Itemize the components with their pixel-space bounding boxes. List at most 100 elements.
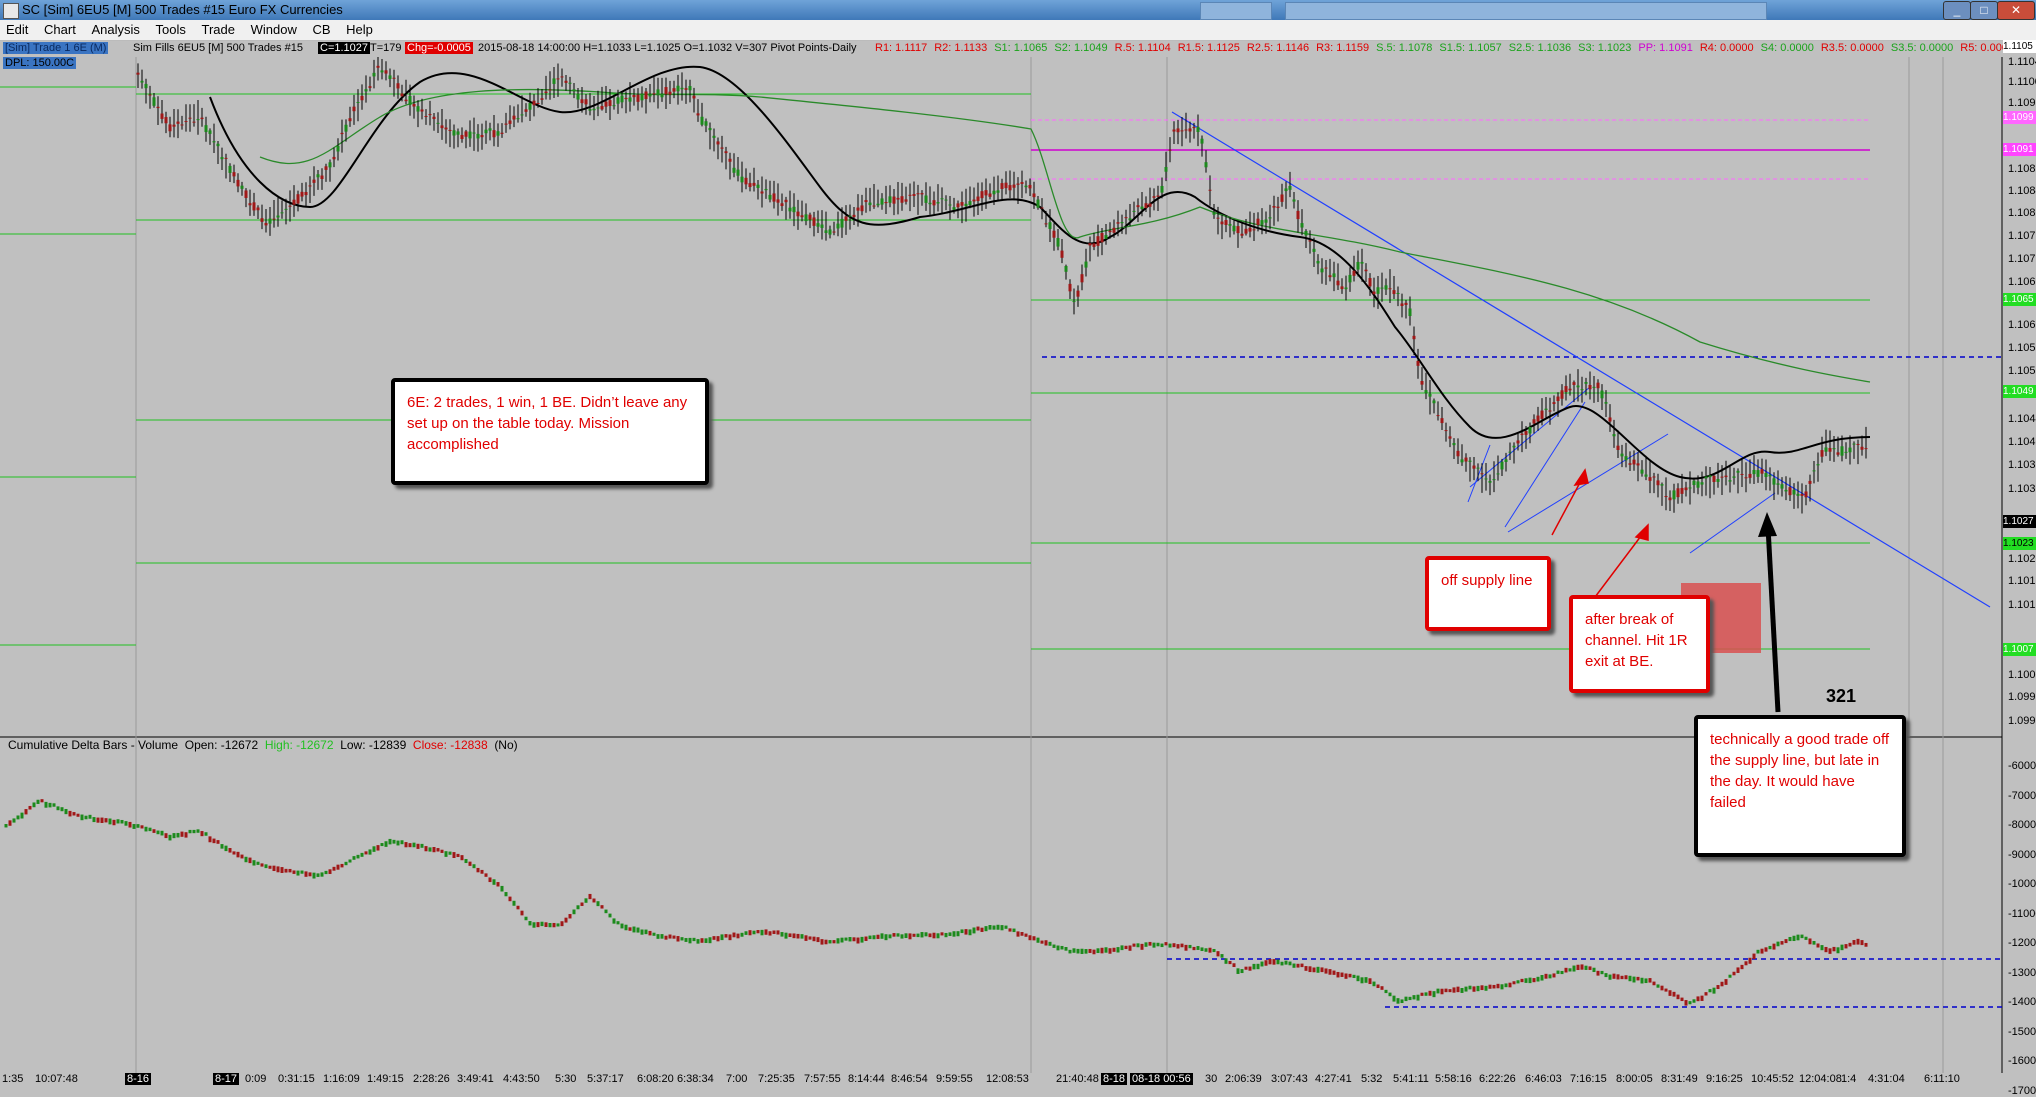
delta-bar [1008,928,1012,932]
delta-bar [228,848,232,853]
delta-bar [1128,945,1132,951]
delta-bar [1032,936,1036,941]
delta-bar [492,879,496,885]
menu-window[interactable]: Window [245,20,303,37]
price-bar-body [1112,227,1116,233]
price-bar-body [1680,487,1684,494]
delta-bar [1120,945,1124,951]
delta-tick-label: -9000 [2008,848,2036,861]
delta-bar [1832,946,1836,952]
price-bar-body [500,132,504,134]
price-bar-body [632,94,636,98]
price-bar-body [644,91,648,100]
price-bar-body [444,127,448,130]
menu-help[interactable]: Help [340,20,379,37]
maximize-button[interactable]: □ [1970,1,1998,20]
price-tag: 1.1023 [2003,537,2036,550]
delta-bar [292,870,296,874]
price-bar-body [1076,290,1080,297]
delta-bar [288,868,292,873]
price-bar-body [484,129,488,134]
price-bar-body [1756,470,1760,477]
price-bar-body [288,205,292,207]
delta-bar [1084,949,1088,954]
delta-bar [540,921,544,927]
time-axis[interactable]: 1:35 10:07:48 8-16 8-17 0:09 0:31:15 1:16:09 1:… [0,1073,2036,1086]
price-bar-body [1500,461,1504,470]
delta-bar [576,905,580,910]
price-bar-body [260,218,264,222]
price-chart[interactable] [0,57,2036,1073]
delta-bar [756,930,760,934]
price-bar-body [1512,445,1516,448]
minimize-button[interactable]: _ [1943,1,1971,20]
delta-bar [76,813,80,817]
price-bar-body [1808,480,1812,484]
price-bar-body [1724,475,1728,478]
delta-bar [1408,996,1412,1001]
price-bar-body [944,199,948,201]
delta-bar [840,937,844,943]
price-bar-body [1300,223,1304,228]
delta-bar [1292,963,1296,968]
delta-bar [712,936,716,940]
price-bar-body [268,218,272,224]
delta-bar [352,856,356,860]
delta-bar [936,933,940,939]
menu-analysis[interactable]: Analysis [85,20,145,37]
price-bar-body [1832,448,1836,450]
delta-bar [1652,981,1656,986]
taskbar-window-tab[interactable] [1285,2,1767,20]
price-bar-body [156,106,160,109]
summary-callout: 6E: 2 trades, 1 win, 1 BE. Didn’t leave … [391,378,709,485]
delta-bar [580,902,584,906]
delta-bar [608,913,612,918]
delta-bar [1724,979,1728,985]
price-bar-body [204,125,208,133]
price-bar-body [612,105,616,107]
delta-bar [1264,960,1268,966]
delta-bar [92,817,96,823]
delta-bar [1276,959,1280,965]
delta-bar [476,867,480,873]
price-bar-body [1792,489,1796,495]
price-bar-body [1552,402,1556,405]
price-bar-body [376,65,380,68]
taskbar-window-tab[interactable] [1200,2,1272,20]
price-bar-body [656,89,660,96]
delta-bar [624,924,628,931]
delta-bar [1736,967,1740,973]
menu-tools[interactable]: Tools [150,20,192,37]
delta-bar [828,940,832,944]
price-bar-body [1616,445,1620,450]
delta-bar [1440,988,1444,995]
price-bar-body [680,87,684,90]
pivot-value: S2: 1.1049 [1054,42,1108,54]
delta-bar [28,805,32,810]
time-tick-label: 3:49:41 [457,1073,494,1085]
close-button[interactable]: ✕ [1997,1,2035,20]
menu-trade[interactable]: Trade [195,20,240,37]
delta-bar [36,799,40,804]
delta-tick-label: -17000 [2008,1084,2036,1097]
menu-chart[interactable]: Chart [38,20,82,37]
price-bar-body [1816,464,1820,466]
delta-bar [1272,959,1276,965]
delta-bar [1672,991,1676,997]
menu-cb[interactable]: CB [306,20,336,37]
delta-bar [136,824,140,828]
menu-edit[interactable]: Edit [0,20,34,37]
price-bar-body [304,191,308,196]
price-bar-body [1304,231,1308,236]
delta-bar [312,872,316,879]
sim-label[interactable]: [Sim] Trade 1 6E (M) [3,42,109,54]
delta-bar [1368,978,1372,985]
price-tick-label: 1.1032 [2008,483,2036,495]
price-bar-body [1312,248,1316,252]
price-bar-body [1104,235,1108,239]
delta-bar [152,829,156,833]
delta-bar [1096,948,1100,954]
price-bar-body [1764,472,1768,477]
delta-tick-label: -13000 [2008,966,2036,979]
price-bar-body [1280,194,1284,202]
